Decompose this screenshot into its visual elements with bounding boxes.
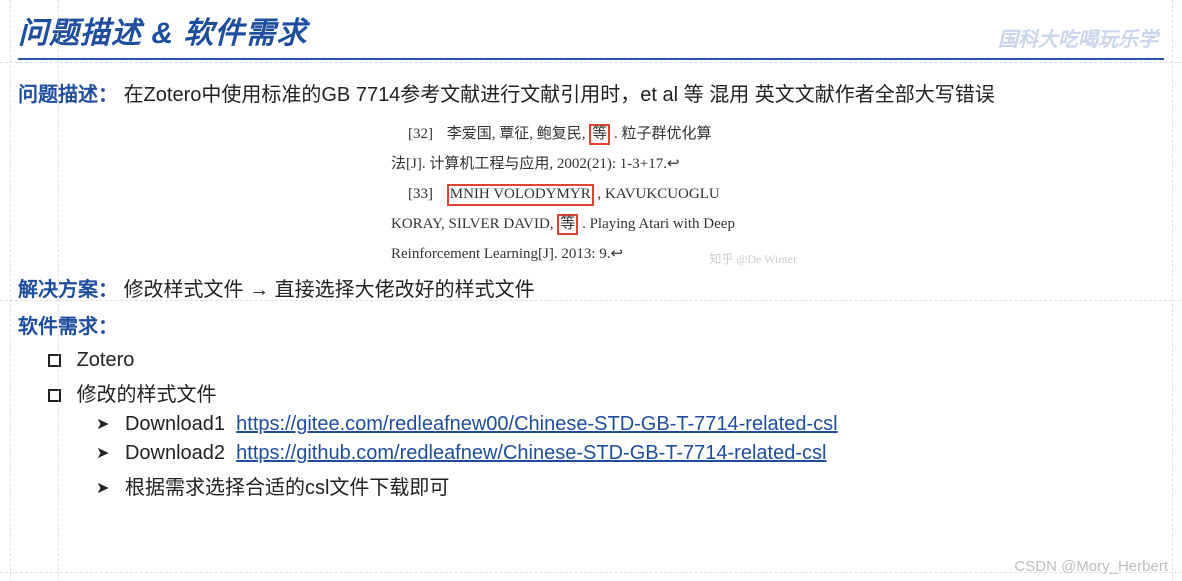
ref-text: 李爱国, 覃征, 鲍复民, xyxy=(447,126,586,142)
list-item: ➤ Download1 https://gitee.com/redleafnew… xyxy=(96,413,1164,436)
problem-row: 问题描述： 在Zotero中使用标准的GB 7714参考文献进行文献引用时，et… xyxy=(18,80,1164,111)
ref-line-3: [33] MNIH VOLODYMYR , KAVUKCUOGLU xyxy=(391,179,791,209)
ref-text: KORAY, SILVER DAVID, xyxy=(391,216,557,232)
reference-example: [32] 李爱国, 覃征, 鲍复民, 等 . 粒子群优化算 法[J]. 计算机工… xyxy=(391,119,791,269)
square-bullet-icon xyxy=(48,389,61,402)
highlight-box: MNIH VOLODYMYR xyxy=(447,184,594,206)
ref-number: [32] xyxy=(391,119,433,149)
list-item-label: Zotero xyxy=(77,349,135,371)
problem-label: 问题描述： xyxy=(18,84,118,106)
brand-watermark: 国科大吃喝玩乐学 xyxy=(998,23,1164,52)
source-watermark: 知乎 @De Winter xyxy=(709,247,797,271)
needs-row: 软件需求： xyxy=(18,312,1164,343)
list-item: ➤ 根据需求选择合适的csl文件下载即可 xyxy=(96,471,1164,500)
solution-text: 修改样式文件 → 直接选择大佬改好的样式文件 xyxy=(124,279,535,301)
download-link-2[interactable]: https://github.com/redleafnew/Chinese-ST… xyxy=(236,442,826,464)
problem-text: 在Zotero中使用标准的GB 7714参考文献进行文献引用时，et al 等 … xyxy=(124,84,995,106)
highlight-box: 等 xyxy=(589,124,610,145)
list-item: Zotero xyxy=(48,349,1164,372)
ref-text: Reinforcement Learning[J]. 2013: 9.↩ xyxy=(391,246,623,262)
note-text: 根据需求选择合适的csl文件下载即可 xyxy=(125,477,449,499)
highlight-box: 等 xyxy=(557,214,578,235)
needs-list: Zotero 修改的样式文件 ➤ Download1 https://gitee… xyxy=(48,349,1164,500)
list-item-label: 修改的样式文件 xyxy=(77,384,217,406)
ref-text: 法[J]. 计算机工程与应用, 2002(21): 1-3+17.↩ xyxy=(391,156,680,172)
slide-title: 问题描述 & 软件需求 xyxy=(18,8,307,52)
download-label: Download1 xyxy=(125,413,225,435)
triangle-bullet-icon: ➤ xyxy=(96,414,109,434)
download-label: Download2 xyxy=(125,442,225,464)
download-link-1[interactable]: https://gitee.com/redleafnew00/Chinese-S… xyxy=(236,413,837,435)
solution-label: 解决方案： xyxy=(18,279,118,301)
slide-header: 问题描述 & 软件需求 国科大吃喝玩乐学 xyxy=(0,0,1182,52)
slide-body: 问题描述： 在Zotero中使用标准的GB 7714参考文献进行文献引用时，et… xyxy=(0,60,1182,500)
triangle-bullet-icon: ➤ xyxy=(96,443,109,463)
needs-label: 软件需求： xyxy=(18,316,118,338)
ref-line-1: [32] 李爱国, 覃征, 鲍复民, 等 . 粒子群优化算 xyxy=(391,119,791,149)
ref-text: , KAVUKCUOGLU xyxy=(597,186,719,202)
footer-watermark: CSDN @Mory_Herbert xyxy=(1014,558,1168,575)
square-bullet-icon xyxy=(48,354,61,367)
list-item: 修改的样式文件 xyxy=(48,378,1164,407)
list-item: ➤ Download2 https://github.com/redleafne… xyxy=(96,442,1164,465)
download-list: ➤ Download1 https://gitee.com/redleafnew… xyxy=(96,413,1164,500)
ref-line-5: Reinforcement Learning[J]. 2013: 9.↩ 知乎 … xyxy=(391,239,791,269)
ref-text: . Playing Atari with Deep xyxy=(582,216,735,232)
ref-line-4: KORAY, SILVER DAVID, 等 . Playing Atari w… xyxy=(391,209,791,239)
ref-text: . 粒子群优化算 xyxy=(614,126,712,142)
ref-number: [33] xyxy=(391,179,433,209)
triangle-bullet-icon: ➤ xyxy=(96,478,109,498)
ref-line-2: 法[J]. 计算机工程与应用, 2002(21): 1-3+17.↩ xyxy=(391,149,791,179)
solution-row: 解决方案： 修改样式文件 → 直接选择大佬改好的样式文件 xyxy=(18,275,1164,306)
